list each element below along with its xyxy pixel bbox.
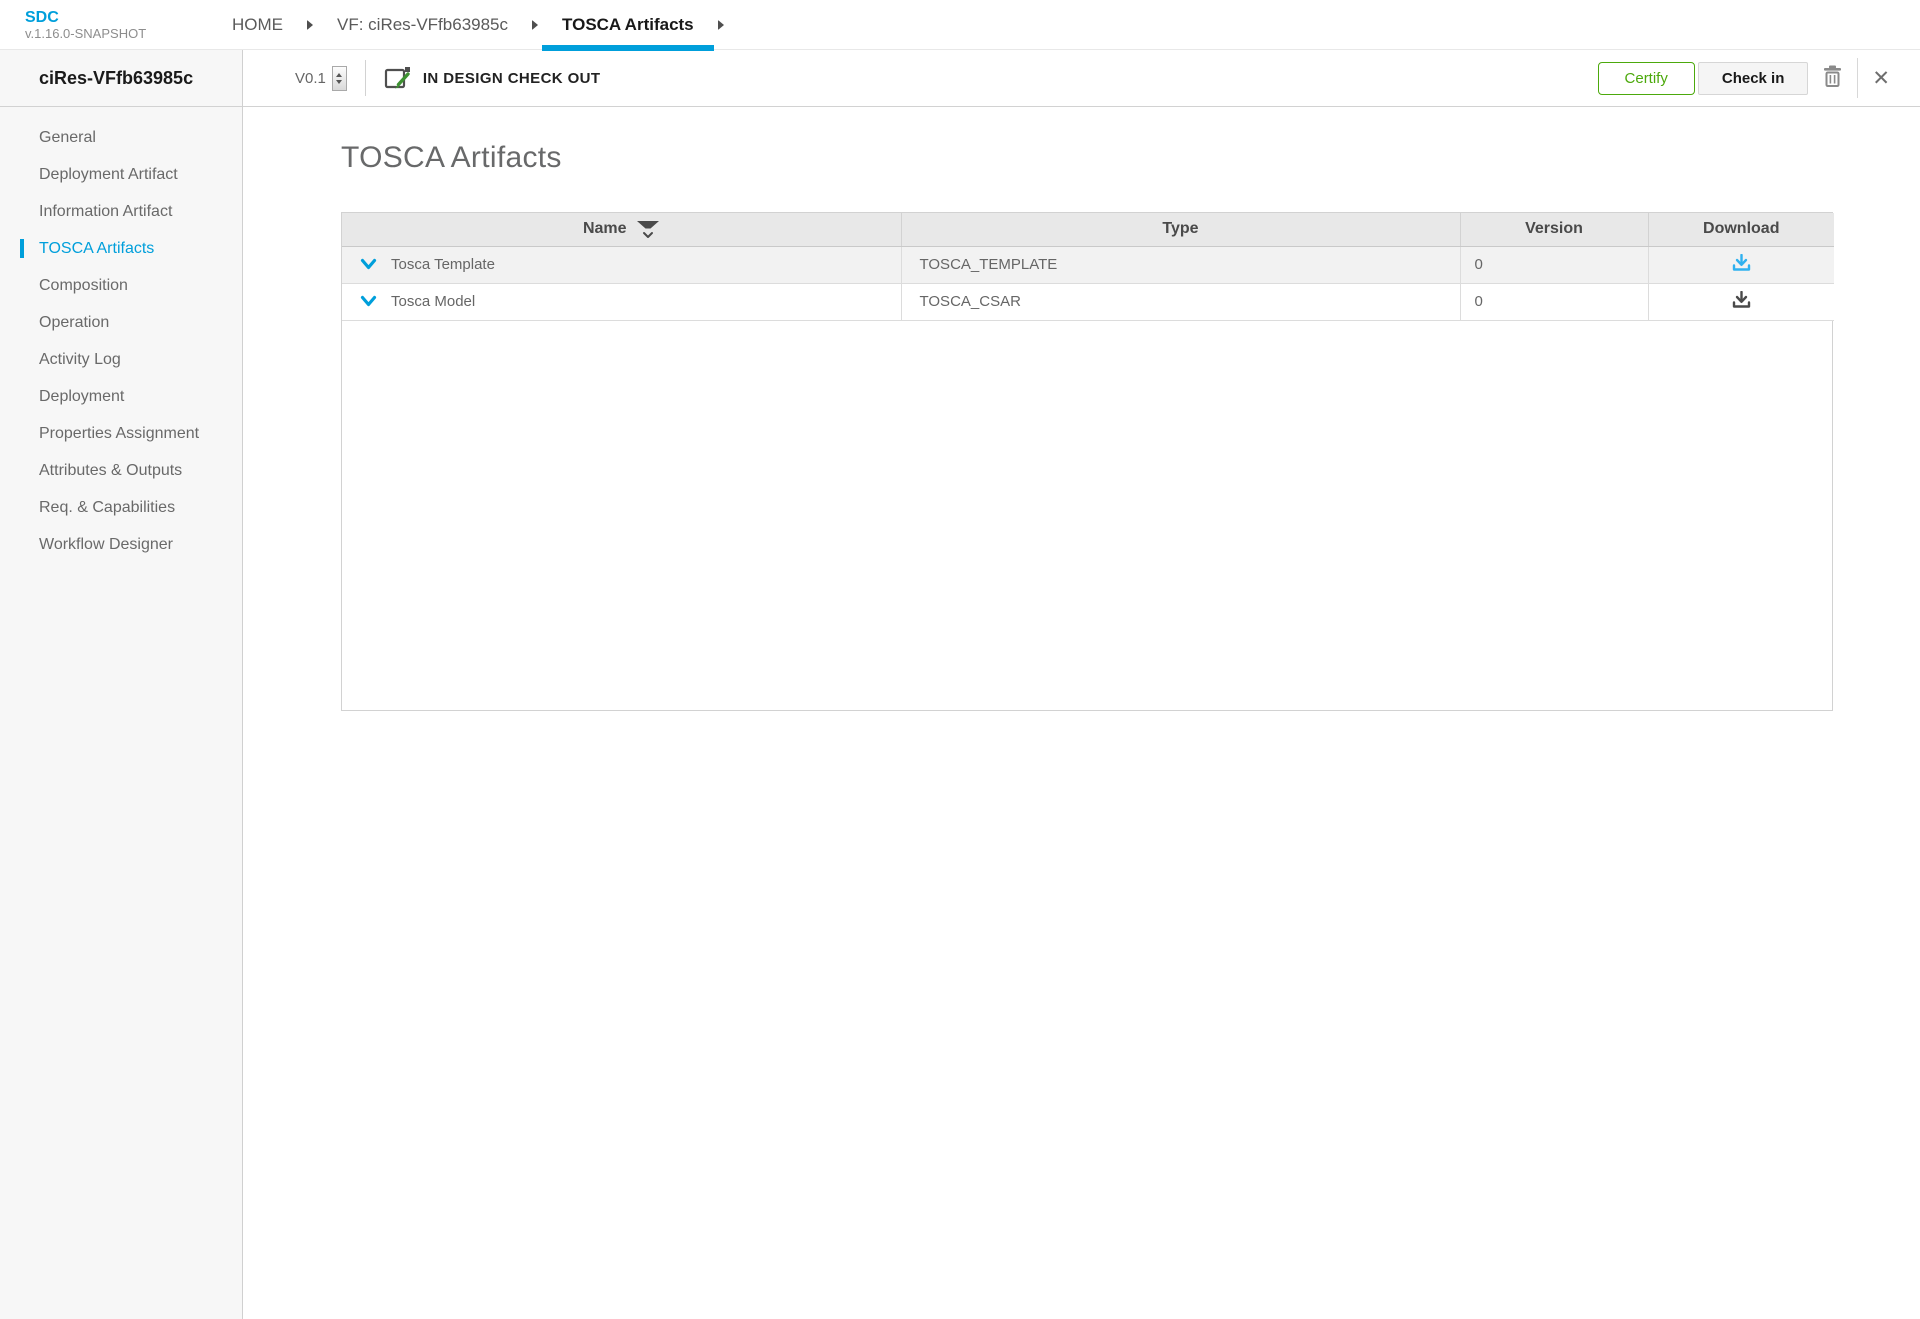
artifacts-table: Name Type [342,213,1834,321]
logo-title: SDC [25,9,190,26]
toolbar-left: V0.1 IN DESIGN CHECK OU [295,60,600,96]
tab-vf-cires[interactable]: VF: ciRes-VFfb63985c [317,0,528,50]
breadcrumb-arrow-icon [532,20,538,30]
logo-version: v.1.16.0-SNAPSHOT [25,26,190,41]
expand-chevron-down-icon[interactable] [360,258,377,271]
expand-chevron-down-icon[interactable] [360,295,377,308]
resource-name-title: ciRes-VFfb63985c [0,50,242,107]
content-area: TOSCA Artifacts Name [243,107,1920,711]
table-row[interactable]: Tosca Template TOSCA_TEMPLATE 0 [342,246,1834,283]
main-panel: V0.1 IN DESIGN CHECK OU [243,50,1920,1319]
artifact-type: TOSCA_TEMPLATE [901,246,1460,283]
delete-button[interactable] [1808,65,1857,91]
certify-button[interactable]: Certify [1598,62,1695,95]
sidebar-item-deployment[interactable]: Deployment [0,378,242,415]
sidebar-item-tosca-artifacts[interactable]: TOSCA Artifacts [0,230,242,267]
sidebar-item-information-artifact[interactable]: Information Artifact [0,193,242,230]
artifact-name: Tosca Template [391,256,495,273]
breadcrumb-arrow-icon [718,20,724,30]
sidebar-menu: General Deployment Artifact Information … [0,107,242,563]
download-icon [1732,291,1751,312]
column-header-version[interactable]: Version [1460,213,1648,246]
top-header: SDC v.1.16.0-SNAPSHOT HOME VF: ciRes-VFf… [0,0,1920,50]
tab-tosca-artifacts[interactable]: TOSCA Artifacts [542,0,714,50]
lifecycle-status-text: IN DESIGN CHECK OUT [423,70,601,87]
sidebar-item-composition[interactable]: Composition [0,267,242,304]
spinner-down-icon[interactable] [336,80,342,84]
sidebar-item-operation[interactable]: Operation [0,304,242,341]
spinner-up-icon[interactable] [336,73,342,77]
artifacts-table-container: Name Type [341,212,1833,711]
trash-icon [1822,65,1843,91]
download-button[interactable] [1732,291,1751,312]
breadcrumb-arrow-icon [307,20,313,30]
sidebar-item-attributes-outputs[interactable]: Attributes & Outputs [0,452,242,489]
breadcrumb: HOME VF: ciRes-VFfb63985c TOSCA Artifact… [212,0,728,49]
sidebar-item-activity-log[interactable]: Activity Log [0,341,242,378]
sort-filter-icon[interactable] [636,220,660,240]
tab-home[interactable]: HOME [212,0,303,50]
sidebar: ciRes-VFfb63985c General Deployment Arti… [0,50,243,1319]
column-header-name[interactable]: Name [342,213,901,246]
app-window: SDC v.1.16.0-SNAPSHOT HOME VF: ciRes-VFf… [0,0,1920,1319]
column-header-type[interactable]: Type [901,213,1460,246]
sdc-logo[interactable]: SDC v.1.16.0-SNAPSHOT [0,0,190,49]
download-button[interactable] [1732,254,1751,275]
close-button[interactable]: ✕ [1858,68,1904,89]
download-icon [1732,254,1751,275]
sidebar-item-req-capabilities[interactable]: Req. & Capabilities [0,489,242,526]
version-label: V0.1 [295,70,326,87]
sidebar-item-workflow-designer[interactable]: Workflow Designer [0,526,242,563]
sidebar-item-general[interactable]: General [0,119,242,156]
toolbar-right: Certify Check in [1598,58,1904,98]
app-body: ciRes-VFfb63985c General Deployment Arti… [0,50,1920,1319]
artifact-version: 0 [1460,283,1648,320]
close-icon: ✕ [1872,68,1890,89]
column-header-download[interactable]: Download [1648,213,1834,246]
table-header-row: Name Type [342,213,1834,246]
artifact-version: 0 [1460,246,1648,283]
artifact-name: Tosca Model [391,293,475,310]
check-in-button[interactable]: Check in [1698,62,1809,95]
sidebar-item-properties-assignment[interactable]: Properties Assignment [0,415,242,452]
toolbar: V0.1 IN DESIGN CHECK OU [243,50,1920,107]
artifact-type: TOSCA_CSAR [901,283,1460,320]
in-design-pencil-icon [384,65,411,92]
table-row[interactable]: Tosca Model TOSCA_CSAR 0 [342,283,1834,320]
page-title: TOSCA Artifacts [341,141,1920,175]
version-selector[interactable] [332,66,347,91]
toolbar-divider [365,60,366,96]
sidebar-item-deployment-artifact[interactable]: Deployment Artifact [0,156,242,193]
